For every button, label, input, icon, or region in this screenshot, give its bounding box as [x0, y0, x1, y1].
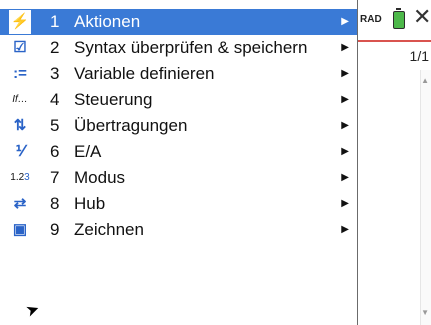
menu-item-modus[interactable]: 1.23 7 Modus ▶	[0, 165, 357, 191]
angle-mode-indicator: RAD	[360, 14, 382, 25]
scrollbar[interactable]	[420, 70, 431, 325]
menu-item-label: Variable definieren	[74, 64, 215, 83]
menu-item-label: Hub	[74, 194, 106, 213]
if-control-icon: If…	[12, 94, 28, 105]
menu-item-variable-definieren[interactable]: := 3 Variable definieren ▶	[0, 61, 357, 87]
menu-item-label: E/A	[74, 142, 102, 161]
menu-item-syntax-pruefen[interactable]: ☑ 2 Syntax überprüfen & speichern ▶	[0, 35, 357, 61]
menu-item-number: 6	[50, 142, 60, 161]
menu-item-number: 8	[50, 194, 60, 213]
submenu-arrow-icon: ▶	[341, 68, 349, 79]
bolt-icon: ⚡	[8, 9, 32, 35]
menu-item-aktionen[interactable]: ⚡ 1 Aktionen ▶	[0, 9, 357, 35]
hub-icon: ⇄	[13, 195, 27, 212]
submenu-arrow-icon: ▶	[341, 120, 349, 131]
submenu-arrow-icon: ▶	[341, 16, 349, 27]
scroll-down-icon[interactable]: ▼	[421, 308, 429, 317]
submenu-arrow-icon: ▶	[341, 42, 349, 53]
battery-icon	[393, 8, 405, 29]
menu-item-label: Aktionen	[74, 12, 141, 31]
menu-item-number: 2	[50, 38, 60, 57]
draw-icon: ▣	[12, 221, 28, 238]
submenu-arrow-icon: ▶	[341, 198, 349, 209]
menu-item-e-a[interactable]: ⅟ 6 E/A ▶	[0, 139, 357, 165]
transfer-arrows-icon: ⇅	[13, 117, 27, 134]
submenu-arrow-icon: ▶	[341, 146, 349, 157]
menu-item-number: 7	[50, 168, 60, 187]
menu-item-hub[interactable]: ⇄ 8 Hub ▶	[0, 191, 357, 217]
menu-item-label: Steuerung	[74, 90, 153, 109]
menu-item-steuerung[interactable]: If… 4 Steuerung ▶	[0, 87, 357, 113]
check-save-icon: ☑	[13, 39, 27, 56]
calculator-screen: RAD ✕ 1/1 ▲ ▼ ⚡ 1 Aktionen ▶ ☑ 2 Syntax …	[0, 0, 431, 325]
menu-item-number: 9	[50, 220, 60, 239]
menu-item-uebertragungen[interactable]: ⇅ 5 Übertragungen ▶	[0, 113, 357, 139]
menu-item-number: 3	[50, 64, 60, 83]
submenu-arrow-icon: ▶	[341, 94, 349, 105]
submenu-arrow-icon: ▶	[341, 172, 349, 183]
close-icon[interactable]: ✕	[413, 6, 431, 28]
scroll-up-icon[interactable]: ▲	[421, 76, 429, 85]
menu-item-label: Übertragungen	[74, 116, 188, 135]
submenu-arrow-icon: ▶	[341, 224, 349, 235]
mode-icon: 1.23	[10, 172, 30, 183]
io-icon: ⅟	[15, 143, 25, 160]
menu-item-number: 5	[50, 116, 60, 135]
define-variable-icon: :=	[13, 65, 27, 82]
context-menu: ⚡ 1 Aktionen ▶ ☑ 2 Syntax überprüfen & s…	[0, 0, 358, 325]
menu-item-zeichnen[interactable]: ▣ 9 Zeichnen ▶	[0, 217, 357, 243]
menu-item-label: Modus	[74, 168, 126, 187]
menu-item-number: 4	[50, 90, 60, 109]
menu-item-number: 1	[50, 12, 60, 31]
page-indicator: 1/1	[409, 48, 429, 64]
menu-item-label: Zeichnen	[74, 220, 144, 239]
editor-header: RAD ✕	[355, 0, 431, 42]
menu-item-label: Syntax überprüfen & speichern	[74, 38, 308, 57]
